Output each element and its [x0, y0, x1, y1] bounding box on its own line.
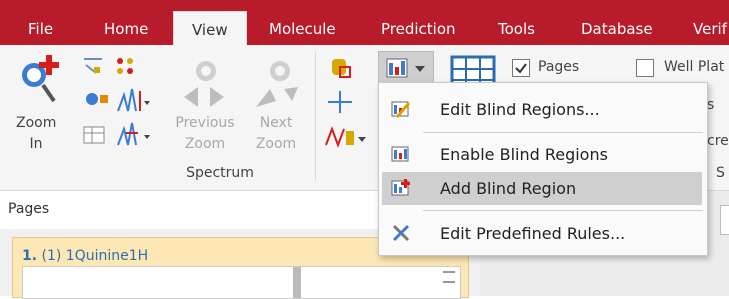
- edit-blind-regions-icon: [391, 101, 411, 118]
- pages-panel-title: Pages: [8, 201, 50, 217]
- menu-item-enable-blind-regions[interactable]: Enable Blind Regions: [382, 138, 702, 171]
- page-thumbnail-title: 1. (1) 1Quinine1H: [22, 248, 148, 264]
- menu-separator: [423, 132, 703, 133]
- next-zoom-icon: [256, 61, 298, 107]
- previous-zoom-label-line2: Zoom: [184, 136, 226, 152]
- tab-prediction[interactable]: Prediction: [381, 20, 456, 45]
- partial-label-S: S: [716, 165, 725, 181]
- partial-label-cre: cre: [707, 133, 729, 149]
- pages-checkbox[interactable]: [512, 59, 530, 77]
- previous-zoom-label-line1: Previous: [175, 115, 235, 131]
- thumbnail-mark: [443, 271, 455, 273]
- page-name: (1) 1Quinine1H: [41, 248, 149, 264]
- enable-blind-regions-icon: [391, 146, 409, 162]
- add-blind-region-icon: [391, 179, 410, 196]
- tools-icon: [392, 224, 410, 242]
- tab-database[interactable]: Database: [581, 20, 653, 45]
- wellplate-checkbox[interactable]: [636, 59, 654, 77]
- menu-item-enable-blind-regions-label: Enable Blind Regions: [440, 145, 608, 164]
- peak-pick-icon[interactable]: [116, 119, 150, 147]
- tab-verif[interactable]: Verif: [693, 20, 727, 45]
- menu-item-add-blind-region[interactable]: Add Blind Region: [382, 172, 702, 205]
- menu-item-add-blind-region-label: Add Blind Region: [440, 179, 577, 198]
- tab-molecule[interactable]: Molecule: [269, 20, 336, 45]
- menu-item-edit-blind-regions-label: Edit Blind Regions...: [440, 100, 600, 119]
- next-zoom-label-line2: Zoom: [255, 136, 297, 152]
- partial-label-s: s: [707, 97, 715, 113]
- next-zoom-label-line1: Next: [259, 115, 293, 131]
- menu-separator: [423, 210, 703, 211]
- tab-file[interactable]: File: [28, 20, 53, 45]
- pages-checkbox-label: Pages: [538, 59, 580, 75]
- menu-item-edit-predefined-rules-label: Edit Predefined Rules...: [440, 224, 626, 243]
- group-separator: [315, 51, 316, 181]
- blind-regions-menu: Edit Blind Regions... Enable Blind Regio…: [378, 82, 708, 256]
- page-thumbnail-preview: [22, 266, 461, 299]
- right-pane-input[interactable]: [720, 205, 729, 235]
- checkmark-icon: [515, 63, 527, 74]
- tab-tools[interactable]: Tools: [498, 20, 535, 45]
- crosshair-icon[interactable]: [326, 89, 354, 115]
- menu-bar: File Home View Molecule Prediction Tools…: [0, 0, 729, 46]
- table-view-icon[interactable]: [82, 123, 108, 147]
- blind-regions-dropdown-button[interactable]: [378, 51, 434, 85]
- previous-zoom-icon: [184, 61, 224, 107]
- zoom-fit-icon[interactable]: [82, 89, 110, 111]
- peaks-icon[interactable]: [116, 85, 150, 113]
- tab-home[interactable]: Home: [104, 20, 148, 45]
- blind-region-icon: [386, 58, 425, 78]
- thumbnail-mark: [443, 281, 455, 283]
- zoom-in-label-line2: In: [29, 136, 43, 152]
- zoom-in-label-line1: Zoom: [16, 115, 57, 131]
- thumbnail-divider: [293, 267, 301, 298]
- wellplate-checkbox-label: Well Plat: [664, 59, 725, 75]
- zoom-in-icon: [22, 55, 59, 103]
- tab-view[interactable]: View: [173, 11, 247, 46]
- integrate-icon[interactable]: [324, 123, 368, 149]
- page-number: 1.: [22, 248, 38, 264]
- hand-tool-icon[interactable]: [326, 55, 354, 81]
- spectrum-group-label: Spectrum: [186, 165, 254, 181]
- zoom-x-icon[interactable]: [82, 55, 106, 77]
- menu-item-edit-predefined-rules[interactable]: Edit Predefined Rules...: [382, 217, 702, 250]
- menu-item-edit-blind-regions[interactable]: Edit Blind Regions...: [382, 93, 702, 126]
- zoom-region-icon[interactable]: [112, 53, 138, 77]
